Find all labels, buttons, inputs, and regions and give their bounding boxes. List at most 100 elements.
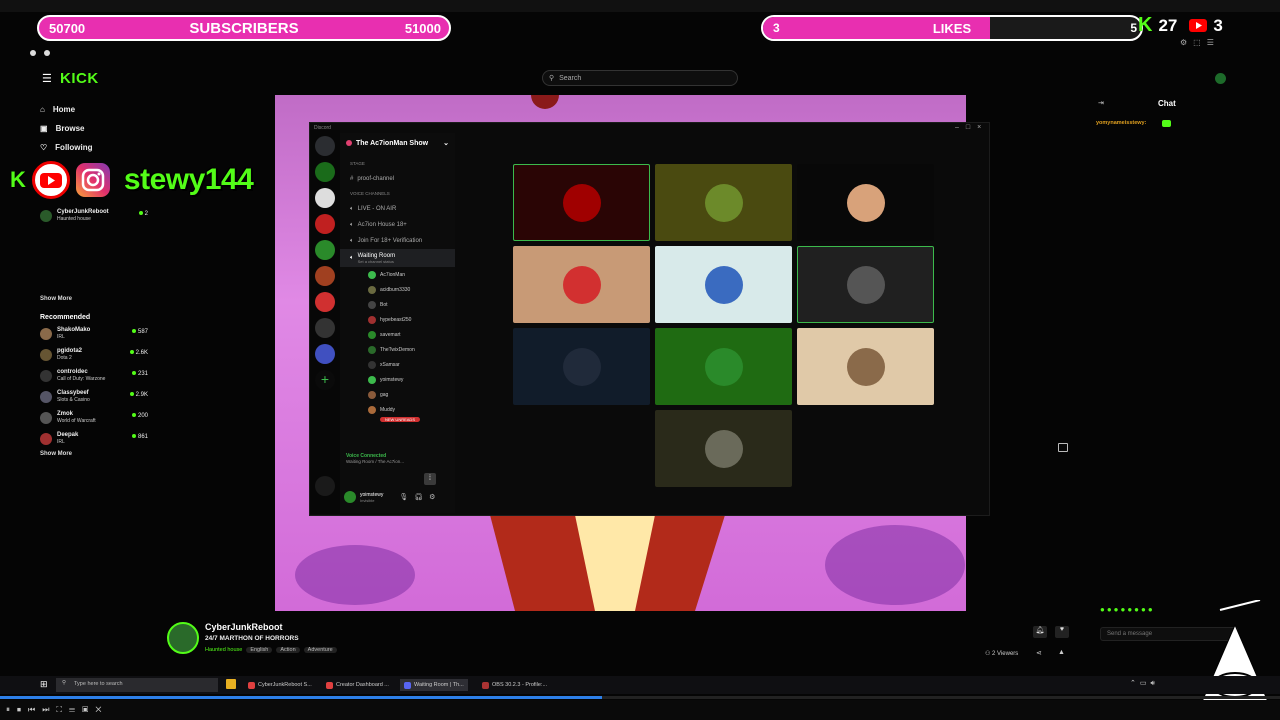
bell-icon[interactable]: 🔔︎ [1033,626,1047,638]
heart-icon[interactable]: ♥ [1055,626,1069,638]
recommended-item[interactable]: Classybeef Slots & Casino 2.9K [40,386,148,407]
participant-avatar [846,347,885,386]
voice-user[interactable]: Muddy [340,402,455,417]
video-progress-bar[interactable] [0,696,1280,699]
server-icon[interactable] [315,188,335,208]
recommended-item[interactable]: Zmok World of Warcraft 200 [40,407,148,428]
voice-user[interactable]: Ac7ionMan [340,267,455,282]
participant-video-tile[interactable] [513,328,650,405]
kick-logo[interactable]: KICK [60,70,99,87]
player-control-icons[interactable]: ⏸⏹⏮⏭⛶☰▣✕ [6,705,109,715]
server-icon[interactable] [315,240,335,260]
discover-icon[interactable] [315,476,335,496]
pip-icon[interactable] [1058,443,1068,452]
users-icon: ⚇ [985,651,993,657]
bookmark-icon[interactable] [43,50,50,56]
show-more-link[interactable]: Show More [40,296,148,302]
discord-home-icon[interactable] [315,136,335,156]
windows-start-icon[interactable]: ⊞ [40,679,50,689]
tag[interactable]: English [246,647,273,653]
tag[interactable]: Adventure [303,647,337,653]
share-icon[interactable]: ⋖ [1036,649,1042,657]
chevron-up-icon[interactable]: ▲ [1058,649,1065,656]
taskbar-app[interactable]: OBS 30.2.3 - Profile:... [478,679,551,691]
participant-video-tile[interactable] [513,164,650,241]
avatar [368,285,376,294]
participant-avatar [704,265,743,304]
channel-avatar[interactable] [167,622,199,654]
participant-video-tile[interactable] [655,164,792,241]
recommended-item[interactable]: pgidota2 Dota 2 2.6K [40,344,148,365]
voice-user[interactable]: gag [340,387,455,402]
collapse-chat-icon[interactable]: ⇥ [1098,99,1104,107]
speaker-icon: 🔈︎ [350,237,354,244]
system-tray-icons[interactable]: ⌃▭🔊︎ [1130,679,1159,688]
participant-video-tile[interactable] [513,246,650,323]
window-controls[interactable]: –□× [955,124,988,131]
voice-channel[interactable]: 🔈︎ Ac7ion House 18+ [340,217,455,233]
discord-channel-list: The Ac7ionMan Show ⌄ STAGE # proof-channe… [340,133,455,513]
channel-proof[interactable]: # proof-channel [340,171,455,187]
voice-user[interactable]: hypebeast250 [340,312,455,327]
server-icon[interactable] [315,344,335,364]
participant-video-tile[interactable] [797,246,934,323]
taskbar-app[interactable]: Creator Dashboard ... [322,679,393,691]
nav-following[interactable]: ♡ Following [40,138,150,157]
bookmark-icon[interactable] [30,50,36,56]
chat-message-user[interactable]: yomynameisstewy: [1096,120,1146,126]
participant-avatar [704,183,743,222]
participant-video-tile[interactable] [655,410,792,487]
voice-user[interactable]: xSamsar [340,357,455,372]
discord-server-list: + [310,130,340,514]
voice-user[interactable]: yoimstewy [340,372,455,387]
taskbar-app[interactable]: CyberJunkReboot S... [244,679,316,691]
recommended-item[interactable]: controldec Call of Duty: Warzone 231 [40,365,148,386]
voice-user[interactable]: Bot [340,297,455,312]
add-server-icon[interactable]: + [315,370,335,390]
search-input[interactable]: ⚲ Search [542,70,738,86]
taskbar-search[interactable]: ⚲ Type here to search [56,678,218,692]
active-voice-channel[interactable]: 🔈︎ Waiting Room Set a channel status [340,249,455,267]
category-link[interactable]: Haunted house [205,647,242,653]
participant-video-tile[interactable] [655,328,792,405]
server-icon[interactable] [315,318,335,338]
user-avatar[interactable] [1215,73,1226,84]
following-item[interactable]: CyberJunkReboot Haunted house 2 [40,205,148,226]
app-icon [248,681,255,689]
server-header[interactable]: The Ac7ionMan Show ⌄ [340,133,455,153]
recommended-item[interactable]: ShakoMako IRL 587 [40,323,148,344]
emote-icon [1162,120,1171,127]
participant-avatar [704,347,743,386]
server-icon[interactable] [315,292,335,312]
recommended-item[interactable]: Deepak IRL 861 [40,428,148,449]
channel-name[interactable]: CyberJunkReboot [205,622,283,632]
avatar[interactable] [344,491,356,503]
emote-bar[interactable]: ●●●●●●●● [1100,605,1155,614]
taskbar-app[interactable]: Waiting Room | Th... [400,679,468,691]
file-explorer-icon[interactable] [226,679,236,689]
voice-connected-sub[interactable]: Waiting Room / The Ac7ion... [346,459,404,464]
show-more-link-2[interactable]: Show More [40,451,148,457]
nav-home[interactable]: ⌂ Home [40,100,150,119]
activities-icon[interactable]: ⁞ [424,473,436,485]
nav-browse[interactable]: ▣ Browse [40,119,150,138]
participant-video-tile[interactable] [797,328,934,405]
participant-video-tile[interactable] [797,164,934,241]
server-icon[interactable] [315,162,335,182]
voice-user[interactable]: acidburn3330 [340,282,455,297]
voice-channel[interactable]: 🔈︎ Join For 18+ Verification [340,233,455,249]
voice-user[interactable]: savemart [340,327,455,342]
recommended-title: Recommended [40,314,91,321]
stage-category[interactable]: STAGE [340,161,455,171]
participant-video-tile[interactable] [655,246,792,323]
voice-channel[interactable]: 🔈︎ LIVE - ON AIR [340,201,455,217]
server-icon[interactable] [315,266,335,286]
tag[interactable]: Action [276,647,300,653]
voice-category[interactable]: VOICE CHANNELS [340,191,455,201]
menu-icon[interactable]: ☰ [42,72,52,85]
server-icon[interactable] [315,214,335,234]
mic-headset-settings-icons[interactable]: 🎙︎🎧︎⚙ [399,493,441,501]
voice-user[interactable]: TheTwixDemon [340,342,455,357]
browser-toolbar-icons[interactable]: ⚙⬚☰ [1180,38,1220,47]
new-unreads-badge[interactable]: NEW UNREADS [380,417,420,422]
